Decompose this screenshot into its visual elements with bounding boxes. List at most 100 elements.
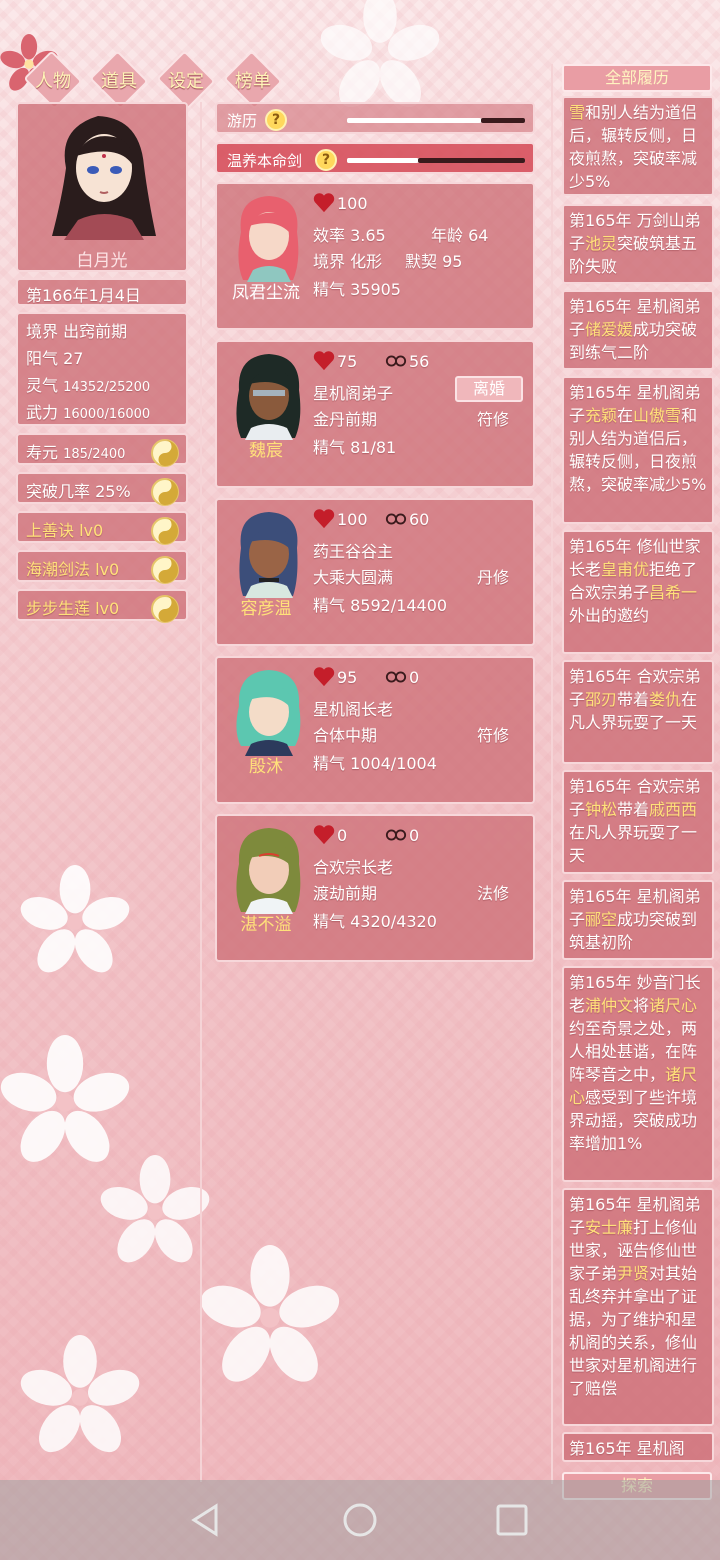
affection-value: 75 (337, 352, 358, 371)
skill-label: 步步生莲 lv0 (26, 599, 120, 618)
back-icon[interactable] (186, 1500, 226, 1540)
divider (200, 102, 202, 1482)
tab-label: 道具 (101, 71, 137, 92)
companion-name: 殷沐 (249, 757, 283, 777)
travel-progress-bar (347, 118, 525, 123)
skill-row[interactable]: 上善诀 lv0 (16, 511, 188, 546)
lifespan-label: 寿元 (26, 443, 59, 462)
skill-row[interactable]: 海潮剑法 lv0 (16, 550, 188, 585)
bond-value: 0 (409, 668, 420, 687)
divorce-button[interactable]: 离婚 (455, 376, 523, 402)
essence-text: 精气 4320/4320 (313, 912, 437, 931)
bond-knot-icon (385, 829, 407, 841)
history-text: 将 (633, 996, 650, 1015)
heart-icon (313, 193, 335, 213)
wuli-row: 武力 16000/16000 (26, 399, 178, 426)
wuli-value: 16000/16000 (63, 407, 151, 422)
yin-yang-icon[interactable] (150, 594, 180, 624)
travel-label: 游历 (227, 112, 258, 130)
breakthrough-row[interactable]: 突破几率 25% (16, 472, 188, 507)
progress-remaining (418, 158, 525, 163)
history-text: 带着 (617, 690, 650, 709)
companion-avatar (236, 670, 301, 756)
tab-settings[interactable]: 设定 (156, 50, 216, 110)
history-person-name: 安士廉 (585, 1218, 634, 1237)
game-date: 第166年1月4日 (26, 286, 141, 305)
help-icon[interactable]: ? (315, 149, 337, 171)
companion-name: 凤君尘流 (232, 283, 300, 303)
companion-card[interactable]: 魏宸 75 56 星机阁弟子 离婚 金丹前期 符修 精气 81/81 (215, 340, 535, 488)
bond-knot-icon (385, 355, 407, 367)
history-person-name: 皇甫优 (601, 560, 650, 579)
nurture-sword-row[interactable]: 温养本命剑 ? (215, 142, 535, 174)
realm-row: 境界 出窍前期 (26, 318, 178, 345)
yin-yang-icon[interactable] (150, 438, 180, 468)
history-text: 和别人结为道侣后，辗转反侧，日夜煎熬，突破率减少5% (569, 103, 698, 191)
home-icon[interactable] (340, 1500, 380, 1540)
tab-character[interactable]: 人物 (23, 50, 83, 110)
bond-knot-icon (385, 671, 407, 683)
identity-text: 星机阁弟子 (313, 384, 394, 403)
nurture-sword-label: 温养本命剑 (227, 152, 303, 170)
companion-avatar (239, 512, 298, 598)
yin-yang-icon[interactable] (150, 555, 180, 585)
ling-label: 灵气 (26, 376, 59, 395)
yin-yang-icon[interactable] (150, 477, 180, 507)
history-person-name: 尹贤 (617, 1264, 650, 1283)
character-portrait-panel[interactable]: 白月光 (16, 102, 188, 272)
heart-icon (313, 825, 335, 845)
age-text: 年龄 64 (431, 226, 489, 245)
companion-card[interactable]: 殷沐 95 0 星机阁长老 合体中期 符修 精气 1004/1004 (215, 656, 535, 804)
recents-icon[interactable] (492, 1500, 532, 1540)
realm-text: 金丹前期 (313, 410, 378, 429)
realm-text: 渡劫前期 (313, 884, 378, 903)
affection-value: 100 (337, 194, 368, 213)
travel-progress-row[interactable]: 游历 ? (215, 102, 535, 134)
yin-yang-icon[interactable] (150, 516, 180, 546)
date-panel: 第166年1月4日 (16, 278, 188, 306)
companion-card[interactable]: 容彦温 100 60 药王谷谷主 大乘大圆满 丹修 精气 8592/14400 (215, 498, 535, 646)
identity-text: 合欢宗长老 (313, 858, 394, 877)
essence-text: 精气 81/81 (313, 438, 397, 457)
tab-label: 榜单 (235, 71, 271, 92)
companion-card[interactable]: 凤君尘流 100 效率 3.65 年龄 64 境界 化形 默契 95 精气 35… (215, 182, 535, 330)
history-person-name: 储爱媛 (585, 320, 634, 339)
history-person-name: 郦空 (585, 910, 618, 929)
lifespan-value: 185/2400 (63, 447, 126, 462)
history-person-name: 钟松 (585, 800, 618, 819)
essence-text: 精气 8592/14400 (313, 596, 448, 615)
system-navigation-bar (0, 1480, 720, 1560)
lifespan-row[interactable]: 寿元 185/2400 (16, 433, 188, 468)
companion-card[interactable]: 湛不溢 0 0 合欢宗长老 渡劫前期 法修 精气 4320/4320 (215, 814, 535, 962)
heart-icon (313, 667, 335, 687)
history-person-name: 戚西西 (649, 800, 698, 819)
history-scrollbar[interactable] (551, 64, 553, 1484)
skill-row[interactable]: 步步生莲 lv0 (16, 589, 188, 624)
history-text: 带着 (617, 800, 650, 819)
companion-avatar (236, 354, 301, 440)
help-icon[interactable]: ? (265, 109, 287, 131)
character-name: 白月光 (76, 251, 128, 271)
ling-value: 14352/25200 (63, 380, 151, 395)
tab-label: 设定 (168, 71, 204, 92)
history-person-name: 浦仲文 (585, 996, 634, 1015)
history-person-name: 山傲雪 (633, 406, 682, 425)
history-text: 在凡人界玩耍了一天 (569, 823, 698, 865)
history-entry: 第165年 星机阁弟子安士廉打上修仙世家，诬告修仙世家子弟尹贤对其始乱终弃并拿出… (562, 1188, 714, 1426)
all-history-button[interactable]: 全部履历 (562, 64, 712, 92)
heart-icon (313, 351, 335, 371)
tab-items[interactable]: 道具 (89, 50, 149, 110)
tab-rankings[interactable]: 榜单 (223, 50, 283, 110)
history-entry: 第165年 星机阁弟子郦空成功突破到筑基初阶 (562, 880, 714, 960)
history-text: 在 (617, 406, 634, 425)
history-person-name: 充颖 (585, 406, 618, 425)
essence-text: 精气 35905 (313, 280, 401, 299)
progress-fill (347, 158, 419, 163)
bond-value: 0 (409, 826, 420, 845)
history-person-name: 雪 (569, 103, 586, 122)
history-text: 感受到了些许境界动摇，突破成功率增加1% (569, 1088, 698, 1153)
breakthrough-label: 突破几率 (26, 482, 91, 501)
history-entry: 第165年 妙音门长老浦仲文将诸尺心约至奇景之处，两人相处甚谐，在阵阵琴音之中，… (562, 966, 714, 1182)
progress-fill (347, 118, 481, 123)
companion-name: 容彦温 (240, 599, 292, 619)
